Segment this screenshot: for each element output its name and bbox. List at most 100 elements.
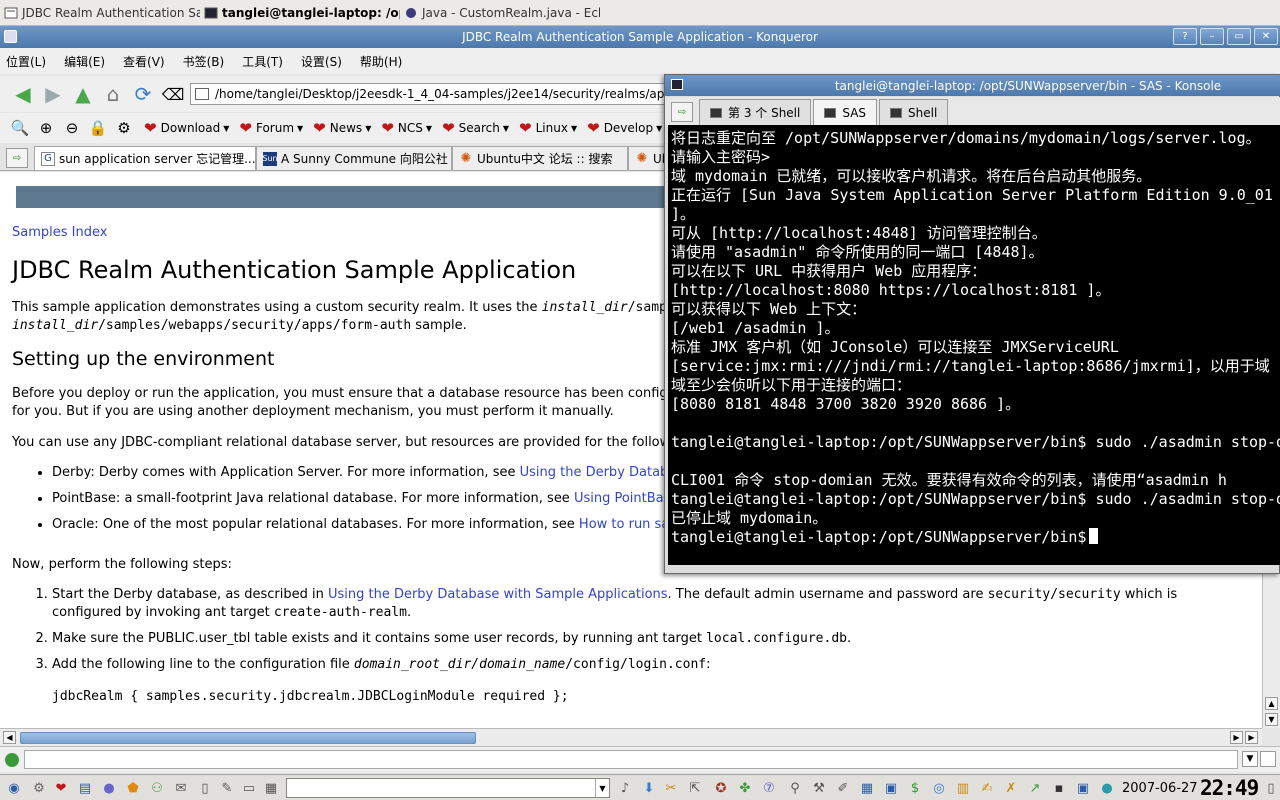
chat-icon[interactable]: ✎ (218, 780, 236, 797)
horizontal-scrollbar[interactable]: ◀ ▶ ▶ (0, 728, 1262, 746)
minimize-button[interactable]: – (1200, 28, 1224, 45)
menu-settings[interactable]: 设置(S) (301, 53, 342, 70)
browser-tab[interactable]: Sun A Sunny Commune 向阳公社 (256, 146, 452, 170)
settings-icon[interactable]: ⚙ (112, 116, 136, 140)
money-icon[interactable]: $ (906, 780, 924, 797)
konqueror-app-icon[interactable] (4, 30, 17, 43)
taskbar-item-eclipse[interactable]: Java - CustomRealm.java - Eclip (400, 1, 600, 25)
samples-index-link[interactable]: Samples Index (12, 224, 107, 242)
menu-edit[interactable]: 编辑(E) (64, 53, 105, 70)
notes-icon[interactable]: ✍ (978, 780, 996, 797)
konsole-titlebar[interactable]: tanglei@tanglei-laptop: /opt/SUNWappserv… (665, 75, 1280, 96)
taskbar-item-konqueror[interactable]: JDBC Realm Authentication Sam (0, 1, 200, 25)
bookmark-folder-ncs[interactable]: ❤ NCS ▼ (381, 119, 432, 137)
scissors-icon[interactable]: ✗ (1002, 780, 1020, 797)
package-icon[interactable]: ▥ (954, 780, 972, 797)
scroll-right-icon[interactable]: ▶ (1230, 731, 1243, 744)
browser-tab[interactable]: G sun application server 忘记管理... (34, 146, 256, 170)
find-icon[interactable]: 🔍 (8, 116, 32, 140)
top-taskbar: JDBC Realm Authentication Sam tanglei@ta… (0, 0, 1280, 26)
clipboard-tool-icon[interactable]: ▣ (882, 780, 900, 797)
bookmark-folder-download[interactable]: ❤ Download ▼ (144, 119, 229, 137)
monitor-icon[interactable]: ▣ (1074, 780, 1092, 797)
globe-icon[interactable]: ● (100, 780, 118, 797)
menu-help[interactable]: 帮助(H) (360, 53, 402, 70)
menu-bookmarks[interactable]: 书签(B) (183, 53, 225, 70)
derby-sample-link[interactable]: Using the Derby Database with Sample App… (328, 587, 668, 602)
shield-icon[interactable]: ⬟ (124, 780, 142, 797)
clock-date[interactable]: 2007-06-27 (1122, 781, 1198, 796)
pen-icon[interactable]: ✐ (834, 780, 852, 797)
menu-tools[interactable]: 工具(T) (242, 53, 283, 70)
konsole-tab-active[interactable]: SAS (813, 99, 878, 125)
split-view-icon[interactable] (1260, 751, 1276, 767)
terminal-line: 可以获得以下 Web 上下文： (671, 300, 867, 318)
bookmark-folder-forum[interactable]: ❤ Forum ▼ (239, 119, 303, 137)
scroll-down-icon[interactable]: ▼ (1265, 713, 1278, 726)
new-session-button[interactable]: ⇨ (671, 102, 693, 122)
sevenseven-icon[interactable]: ⑦ (760, 780, 778, 797)
clipboard-icon[interactable]: ✂ (662, 780, 680, 797)
scroll-left-icon[interactable]: ◀ (3, 731, 16, 744)
run-command-input[interactable]: ▼ (286, 778, 610, 798)
export-icon[interactable]: ⇱ (686, 780, 704, 797)
taskbar-item-konsole[interactable]: tanglei@tanglei-laptop: /opt/S (200, 1, 400, 25)
puzzle-icon[interactable]: ✤ (736, 780, 754, 797)
close-button[interactable]: ✕ (1254, 28, 1278, 45)
settings-app-icon[interactable]: ⚙ (30, 780, 48, 797)
scroll-right-end-icon[interactable]: ▶ (1245, 731, 1258, 744)
help-button[interactable]: ? (1173, 28, 1197, 45)
konsole-tab[interactable]: 第 3 个 Shell (699, 99, 812, 125)
bookmark-folder-search[interactable]: ❤ Search ▼ (442, 119, 509, 137)
heart-app-icon[interactable]: ❤ (52, 780, 70, 797)
maximize-button[interactable]: ▭ (1227, 28, 1251, 45)
window-list-icon[interactable]: ▦ (262, 780, 280, 797)
new-tab-button[interactable]: ⇨ (6, 148, 28, 168)
scroll-up-icon[interactable]: ▲ (1265, 697, 1278, 710)
badge-icon[interactable]: ✪ (712, 780, 730, 797)
desktop-icon[interactable]: ▭ (240, 780, 258, 797)
bookmark-folder-news[interactable]: ❤ News ▼ (313, 119, 371, 137)
browser-tab[interactable]: ✺ Ubuntu中文 论坛 :: 搜索 (452, 146, 628, 170)
mail-icon[interactable]: ✉ (172, 780, 190, 797)
document-icon[interactable]: ▯ (196, 780, 214, 797)
trash-icon[interactable]: ▯ (1262, 780, 1280, 797)
filter-icon[interactable]: ▼ (1242, 751, 1258, 767)
bookmark-folder-develop[interactable]: ❤ Develop ▼ (587, 119, 662, 137)
security-icon[interactable]: 🔒 (86, 116, 110, 140)
reload-icon[interactable]: ⟳ (130, 81, 156, 107)
up-icon[interactable]: ▲ (70, 81, 96, 107)
location-input[interactable]: /home/tanglei/Desktop/j2eesdk-1_4_04-sam… (190, 83, 670, 105)
volume-icon[interactable]: ♪ (616, 780, 634, 797)
forward-icon[interactable]: ▶ (40, 81, 66, 107)
menu-location[interactable]: 位置(L) (6, 53, 46, 70)
terminal-app-icon[interactable]: ▪ (1050, 780, 1068, 797)
terminal-line: 已停止域 mydomain。 (671, 509, 828, 527)
chevron-down-icon[interactable]: ▼ (595, 779, 609, 797)
clock-time[interactable]: 22:49 (1200, 776, 1259, 800)
network-icon[interactable]: ⚇ (148, 780, 166, 797)
konsole-tab[interactable]: Shell (879, 99, 949, 125)
calendar-icon[interactable]: ▦ (858, 780, 876, 797)
tools-icon[interactable]: ⚒ (810, 780, 828, 797)
terminal-output[interactable]: 将日志重定向至 /opt/SUNWappserver/domains/mydom… (668, 125, 1280, 565)
clear-location-icon[interactable]: ⌫ (160, 81, 186, 107)
konqueror-titlebar[interactable]: JDBC Realm Authentication Sample Applica… (0, 26, 1280, 48)
status-dot-icon[interactable]: ● (1098, 780, 1116, 797)
arrow-icon[interactable]: ↗ (1026, 780, 1044, 797)
heart-icon: ❤ (381, 119, 394, 137)
menu-view[interactable]: 查看(V) (123, 53, 165, 70)
zoom-in-icon[interactable]: ⊕ (34, 116, 58, 140)
list-text: PointBase: a small-footprint Java relati… (52, 491, 574, 506)
usb-icon[interactable]: ⚲ (786, 780, 804, 797)
drive-icon[interactable]: ▤ (76, 780, 94, 797)
kmenu-icon[interactable]: ◉ (5, 780, 23, 797)
terminal-line: 请使用 "asadmin" 命令所使用的同一端口 [4848]。 (671, 243, 1044, 261)
back-icon[interactable]: ◀ (10, 81, 36, 107)
home-icon[interactable]: ⌂ (100, 81, 126, 107)
web-icon[interactable]: ◎ (930, 780, 948, 797)
scrollbar-thumb[interactable] (20, 732, 476, 744)
bookmark-folder-linux[interactable]: ❤ Linux ▼ (519, 119, 577, 137)
zoom-out-icon[interactable]: ⊖ (60, 116, 84, 140)
download-icon[interactable]: ⬇ (640, 780, 658, 797)
